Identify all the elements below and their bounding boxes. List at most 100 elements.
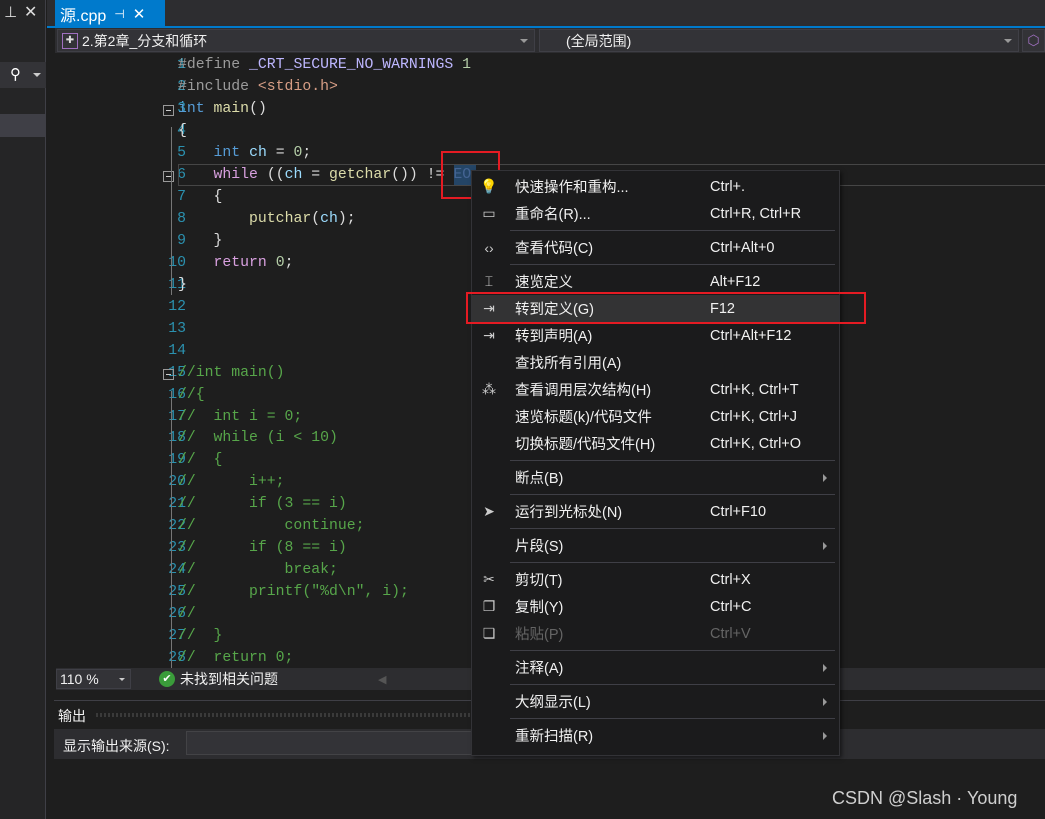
code-token: <stdio.h>	[257, 78, 338, 95]
code-line[interactable]: // return 0;	[178, 650, 293, 666]
menu-item-label: 查看代码(C)	[515, 241, 594, 257]
navigation-bar: ✚ 2.第2章_分支和循环 (全局范围) ⬡	[55, 28, 1045, 53]
code-line[interactable]: {	[178, 123, 187, 139]
code-token: // if (3 == i)	[178, 496, 347, 513]
code-line[interactable]: //int main()	[178, 365, 285, 381]
line-number: 17	[168, 408, 186, 425]
code-line[interactable]: {	[178, 188, 223, 205]
code-token: ()	[249, 100, 267, 117]
menu-item-shortcut: Ctrl+K, Ctrl+J	[710, 408, 798, 425]
code-line[interactable]: int ch = 0;	[178, 145, 312, 161]
call-hierarchy-icon: ⁂	[482, 381, 496, 397]
collapse-toggle-icon[interactable]	[163, 368, 174, 380]
menu-item[interactable]: 查找所有引用(A)	[472, 349, 839, 376]
selected-item[interactable]	[0, 114, 46, 137]
menu-item-label: 重命名(R)...	[515, 207, 591, 223]
code-line[interactable]: }	[178, 233, 223, 249]
line-number: 18	[168, 430, 186, 447]
menu-item[interactable]: 大纲显示(L)	[472, 688, 839, 715]
left-tool-panel: ⊥ ✕ ⚲	[0, 0, 46, 819]
code-token: {	[178, 122, 187, 139]
menu-separator	[472, 525, 839, 532]
scroll-left-icon[interactable]: ◀	[378, 673, 386, 686]
code-line[interactable]: return 0;	[178, 254, 294, 271]
tab-source-cpp[interactable]: 源.cpp ⊣ ✕	[55, 0, 165, 28]
line-number: 10	[168, 254, 186, 271]
menu-separator	[472, 559, 839, 566]
code-token: int	[178, 100, 205, 117]
chevron-down-icon	[119, 678, 125, 681]
menu-item[interactable]: ⇥ 转到声明(A) Ctrl+Alt+F12	[472, 322, 839, 349]
pin-icon[interactable]: ⊥	[4, 3, 17, 21]
menu-separator	[472, 261, 839, 268]
code-line[interactable]: // continue;	[178, 518, 364, 534]
line-number: 6	[177, 166, 186, 183]
menu-item[interactable]: 重新扫描(R)	[472, 722, 839, 749]
menu-item[interactable]: 切换标题/代码文件(H) Ctrl+K, Ctrl+O	[472, 430, 839, 457]
code-line[interactable]: #define _CRT_SECURE_NO_WARNINGS 1	[178, 57, 471, 73]
code-line[interactable]: #include <stdio.h>	[178, 79, 338, 95]
menu-item[interactable]: 注释(A)	[472, 654, 839, 681]
menu-item[interactable]: ‹› 查看代码(C) Ctrl+Alt+0	[472, 234, 839, 261]
zoom-dropdown[interactable]: 110 %	[56, 669, 131, 689]
line-number: 4	[177, 122, 186, 139]
menu-item-label: 断点(B)	[515, 471, 564, 487]
code-token: // if (8 == i)	[178, 540, 347, 557]
code-line[interactable]: // if (3 == i)	[178, 496, 347, 512]
collapse-toggle-icon[interactable]	[163, 170, 174, 182]
pin-icon[interactable]: ⊣	[114, 7, 124, 21]
code-line[interactable]: // i++;	[178, 474, 285, 490]
code-line[interactable]: // {	[178, 452, 222, 468]
code-line[interactable]: // printf(″%d\n″, i);	[178, 584, 409, 600]
code-token: {	[178, 188, 223, 205]
line-number: 8	[177, 210, 186, 227]
close-icon[interactable]: ✕	[24, 2, 37, 22]
menu-item[interactable]: 速览标题(k)/代码文件 Ctrl+K, Ctrl+J	[472, 403, 839, 430]
menu-separator	[472, 647, 839, 654]
project-dropdown[interactable]: ✚ 2.第2章_分支和循环	[57, 29, 535, 52]
submenu-arrow-icon	[823, 731, 827, 740]
menu-separator	[472, 457, 839, 464]
panel-grip[interactable]	[96, 713, 526, 717]
menu-item: ❏ 粘贴(P) Ctrl+V	[472, 620, 839, 647]
code-line[interactable]: // if (8 == i)	[178, 540, 347, 556]
code-line[interactable]: // int i = 0;	[178, 409, 302, 425]
menu-item[interactable]: ⁂ 查看调用层次结构(H) Ctrl+K, Ctrl+T	[472, 376, 839, 403]
code-line[interactable]: int main()	[178, 101, 267, 117]
menu-item[interactable]: ➤ 运行到光标处(N) Ctrl+F10	[472, 498, 839, 525]
menu-item-label: 速览标题(k)/代码文件	[515, 410, 652, 426]
collapse-toggle-icon[interactable]	[163, 104, 174, 116]
menu-item[interactable]: ⌶ 速览定义 Alt+F12	[472, 268, 839, 295]
issues-status[interactable]: 未找到相关问题	[180, 669, 278, 689]
menu-item[interactable]: 片段(S)	[472, 532, 839, 559]
search-box[interactable]: ⚲	[0, 62, 46, 88]
line-number: 28	[168, 650, 186, 667]
code-line[interactable]: //{	[178, 387, 205, 403]
menu-separator	[472, 715, 839, 722]
line-number: 14	[168, 342, 186, 359]
chevron-down-icon[interactable]	[33, 73, 41, 77]
menu-item[interactable]: 断点(B)	[472, 464, 839, 491]
menu-item[interactable]: ✂ 剪切(T) Ctrl+X	[472, 566, 839, 593]
menu-item[interactable]: ▭ 重命名(R)... Ctrl+R, Ctrl+R	[472, 200, 839, 227]
code-line[interactable]: // break;	[178, 562, 338, 578]
code-line[interactable]: //	[178, 606, 196, 622]
menu-item[interactable]: 💡 快速操作和重构... Ctrl+.	[472, 173, 839, 200]
code-line[interactable]: // }	[178, 628, 222, 644]
scope-dropdown[interactable]: (全局范围)	[539, 29, 1019, 52]
line-number: 15	[168, 364, 186, 381]
submenu-arrow-icon	[823, 541, 827, 550]
peek-definition-icon: ⌶	[484, 273, 494, 289]
menu-item-label: 片段(S)	[515, 539, 564, 555]
menu-item[interactable]: ❐ 复制(Y) Ctrl+C	[472, 593, 839, 620]
member-dropdown[interactable]: ⬡	[1022, 29, 1045, 52]
code-token: return	[213, 254, 267, 271]
code-line[interactable]: }	[178, 277, 187, 293]
code-line[interactable]: // while (i < 10)	[178, 430, 338, 446]
output-source-dropdown[interactable]	[186, 731, 486, 755]
code-token: _CRT_SECURE_NO_WARNINGS	[249, 57, 454, 73]
outline-guide	[171, 127, 172, 295]
code-line[interactable]: putchar(ch);	[178, 211, 356, 227]
close-icon[interactable]: ✕	[133, 5, 146, 23]
